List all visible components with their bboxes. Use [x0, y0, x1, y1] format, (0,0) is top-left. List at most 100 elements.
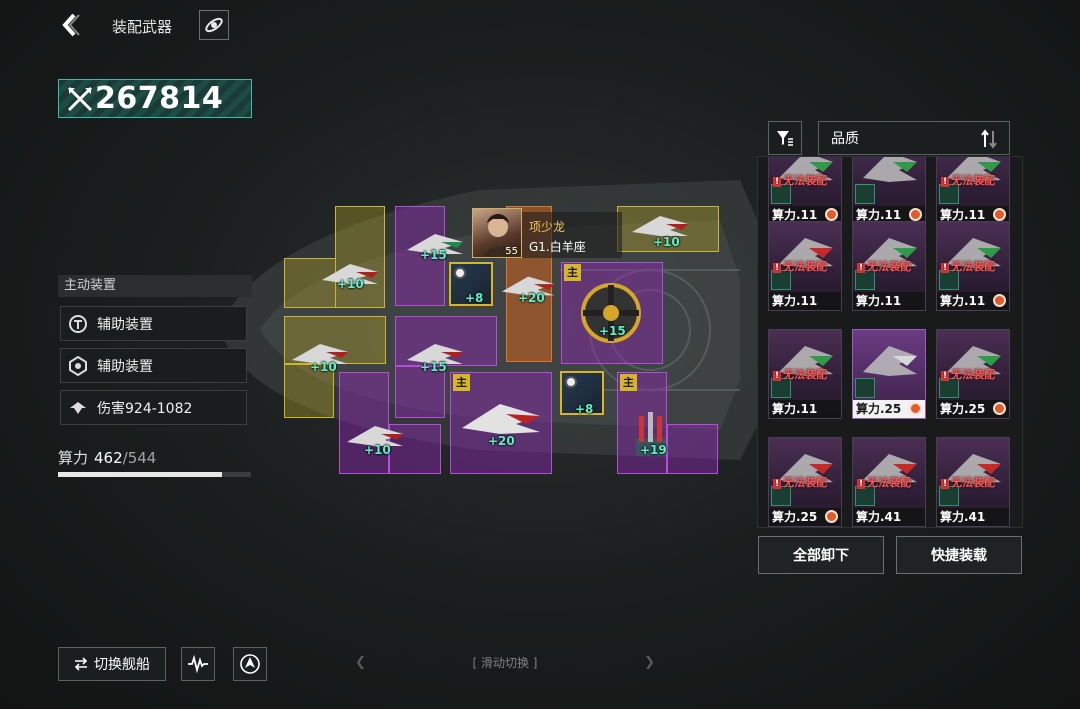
back-button[interactable] — [58, 12, 84, 38]
slot-bonus: +15 — [420, 360, 447, 374]
cannot-equip-warning: ! 无法装配 — [941, 174, 996, 187]
card-power: 算力.25 — [769, 508, 841, 526]
card-power: 算力.11 — [937, 292, 1009, 310]
warning-icon: ! — [941, 177, 950, 187]
fleet-icon — [240, 654, 260, 674]
inventory-card[interactable]: ! 无法装配算力.11 — [768, 221, 842, 311]
active-device-label: 主动装置 — [58, 275, 252, 297]
warning-icon: ! — [941, 263, 950, 273]
gear-icon — [993, 208, 1006, 221]
pilot-avatar[interactable]: 55 — [472, 208, 522, 258]
inventory-card[interactable]: ! 无法装配 算力.11 — [768, 329, 842, 419]
gear-icon — [993, 294, 1006, 307]
pilot-name: 项少龙 — [529, 220, 566, 234]
slot-bonus: +10 — [364, 443, 391, 457]
switch-ship-label: 切换舰船 — [94, 657, 150, 673]
cannot-equip-warning: ! 无法装配 — [773, 260, 828, 273]
warning-icon: ! — [857, 479, 866, 489]
rocket-icon — [205, 17, 223, 33]
gear-icon — [454, 267, 466, 279]
weapon-slot[interactable] — [667, 424, 718, 474]
compute-max: /544 — [122, 449, 157, 467]
slot-bonus: +20 — [518, 291, 545, 305]
fleet-button[interactable] — [233, 647, 267, 681]
switch-ship-button[interactable]: 切换舰船 — [58, 647, 166, 681]
slot-bonus: +10 — [310, 360, 337, 374]
warning-icon: ! — [857, 263, 866, 273]
cannot-equip-warning: ! 无法装配 — [941, 476, 996, 489]
cannot-equip-warning: ! 无法装配 — [941, 368, 996, 381]
chevron-left-icon[interactable]: ❮ — [355, 655, 366, 670]
card-power: 算力.25 — [853, 400, 925, 418]
guide-button[interactable] — [199, 10, 229, 40]
warning-icon: ! — [941, 371, 950, 381]
inventory-card[interactable]: ! 无法装配 算力.11 — [768, 157, 842, 225]
sort-select[interactable]: 品质 — [818, 121, 1010, 155]
aux-device-slot-2[interactable]: 辅助装置 — [60, 348, 247, 383]
cannot-equip-warning: ! 无法装配 — [773, 174, 828, 187]
damage-label: 伤害924-1082 — [97, 400, 193, 417]
chevron-right-icon[interactable]: ❯ — [644, 655, 655, 670]
inventory-card[interactable]: ! 无法装配 算力.11 — [936, 157, 1010, 225]
slot-bonus: +8 — [465, 291, 484, 305]
filter-icon — [777, 131, 793, 146]
slot-bonus: +19 — [640, 443, 667, 457]
shield-device-icon — [67, 355, 89, 377]
cannot-equip-warning: ! 无法装配 — [773, 476, 828, 489]
inventory-card[interactable]: ! 无法装配 算力.11 — [852, 221, 926, 311]
damage-slot[interactable]: 伤害924-1082 — [60, 390, 247, 425]
inventory-card[interactable]: 算力.11 — [852, 157, 926, 225]
compute-bar-fill — [58, 472, 223, 477]
inventory-card[interactable]: ! 无法装配算力.25 — [768, 437, 842, 527]
inventory-card[interactable]: ! 无法装配 算力.41 — [852, 437, 926, 527]
compute-current: 462 — [94, 449, 123, 467]
slot-bonus: +15 — [599, 324, 626, 338]
sort-icon — [981, 129, 997, 149]
chevron-left-icon — [62, 13, 80, 37]
slot-bonus: +20 — [488, 434, 515, 448]
card-power: 算力.41 — [937, 508, 1009, 526]
main-tag: 主 — [564, 264, 581, 281]
main-tag: 主 — [453, 374, 470, 391]
stats-button[interactable] — [181, 647, 215, 681]
damage-icon — [67, 397, 89, 419]
inventory-card[interactable]: ! 无法装配算力.41 — [936, 437, 1010, 527]
weapon-slot[interactable] — [335, 206, 385, 308]
slot-bonus: +10 — [653, 235, 680, 249]
inventory-card[interactable]: ! 无法装配算力.25 — [936, 329, 1010, 419]
card-power: 算力.11 — [769, 400, 841, 418]
rank-icon — [855, 184, 875, 204]
compute-bar — [58, 472, 251, 477]
warning-icon: ! — [773, 263, 782, 273]
warning-icon: ! — [773, 177, 782, 187]
cannot-equip-warning: ! 无法装配 — [941, 260, 996, 273]
crossed-swords-icon — [67, 86, 93, 111]
gear-icon — [993, 402, 1006, 415]
compute-label: 算力 462/544 — [58, 449, 157, 467]
card-power: 算力.11 — [853, 292, 925, 310]
cannot-equip-warning: ! 无法装配 — [857, 476, 912, 489]
quick-equip-button[interactable]: 快捷装载 — [896, 536, 1022, 574]
gear-icon — [909, 208, 922, 221]
slot-bonus: +8 — [575, 402, 594, 416]
inventory-card[interactable]: ! 无法装配算力.11 — [936, 221, 1010, 311]
cruiser-icon — [462, 404, 540, 434]
filter-button[interactable] — [768, 121, 802, 155]
device-icon — [67, 313, 89, 335]
pilot-level: 55 — [502, 246, 521, 257]
main-tag: 主 — [620, 374, 637, 391]
unequip-all-button[interactable]: 全部卸下 — [758, 536, 884, 574]
aux-device-slot-1[interactable]: 辅助装置 — [60, 306, 247, 341]
slot-bonus: +10 — [337, 277, 364, 291]
gear-icon — [825, 208, 838, 221]
gear-icon — [909, 402, 922, 415]
waveform-icon — [188, 655, 208, 673]
weapon-thumbnail — [863, 346, 917, 376]
swipe-switch[interactable]: ❮ [ 滑动切换 ] ❯ — [355, 652, 655, 672]
card-power: 算力.25 — [937, 400, 1009, 418]
card-power: 算力.11 — [769, 292, 841, 310]
aux-device-label: 辅助装置 — [97, 316, 153, 333]
gear-icon — [565, 376, 577, 388]
slot-bonus: +15 — [420, 248, 447, 262]
inventory-card[interactable]: 算力.25 — [852, 329, 926, 419]
